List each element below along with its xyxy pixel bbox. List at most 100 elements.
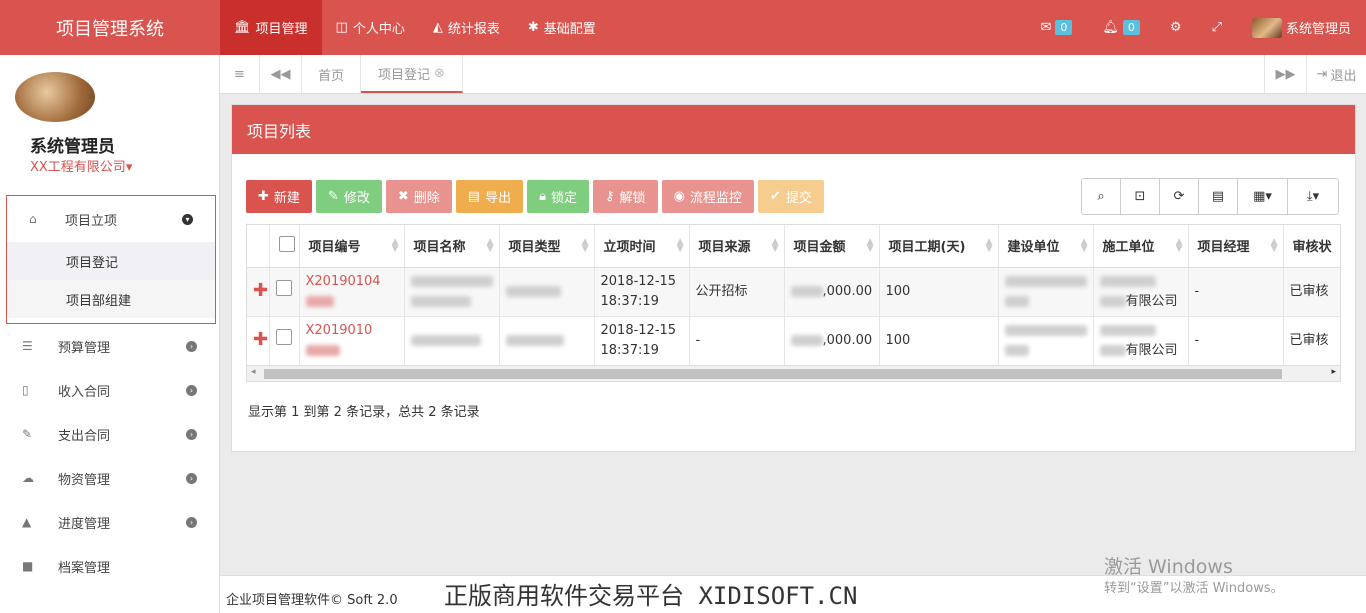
sidebar-item-materials[interactable]: ☁ 物资管理 › [0,456,219,500]
user-profile: 系统管理员 XX工程有限公司▾ [0,55,219,195]
bell-icon: 🔔︎ [1102,20,1119,35]
column-header[interactable]: 项目工期(天) ▲ ▼ [879,225,999,268]
close-icon[interactable]: ⊗ [434,66,445,81]
expand-icon: ⤢ [1211,20,1222,35]
project-code-cell[interactable]: X2019010 [299,316,405,366]
refresh-button[interactable]: ⟳ [1160,179,1199,214]
table-row[interactable]: ✚ X2019010 2018-12-15 18:37:19 - ,000.00 … [247,316,1340,366]
column-header[interactable]: 项目经理 ▲ ▼ [1188,225,1284,268]
table-header-row: 项目编号 ▲ ▼ 项目名称 ▲ ▼ 项目类型 ▲ ▼ 立项时间 ▲ ▼ 项目来源 ▲ ▼ 项目金额 ▲… [247,225,1340,268]
column-header[interactable]: 项目类型 ▲ ▼ [499,225,595,268]
menu-group-project-setup: ⌂ 项目立项 ▾ 项目登记 项目部组建 [6,195,216,324]
road-icon: ▲ [22,515,32,529]
column-header[interactable]: 施工单位 ▲ ▼ [1093,225,1189,268]
sidebar-item-expense-contract[interactable]: ✎ 支出合同 › [0,412,219,456]
lock-button[interactable]: 🔒︎ 锁定 [527,180,590,213]
top-navbar: 项目管理系统 🏛 项目管理 ◫ 个人中心 ◭ 统计报表 ✱ 基础配置 ✉ 0 🔔︎ 0 ⚙ … [0,0,1366,55]
project-name-cell [404,316,500,366]
redacted-text [505,334,564,346]
sidebar-item-income-contract[interactable]: ▯ 收入合同 › [0,368,219,412]
detail-column-header [247,225,270,268]
scroll-right-icon[interactable]: ▸ [1331,367,1336,377]
fullscreen-button[interactable]: ⤢ [1197,0,1237,55]
redacted-text [1004,324,1087,336]
project-type-cell [499,316,595,366]
gears-icon: ⚙ [1169,20,1182,35]
sidebar-subitem-project-register[interactable]: 项目登记 [7,242,215,280]
redacted-text [1004,295,1029,307]
tab-home[interactable]: 首页 [302,55,361,93]
select-all-checkbox[interactable] [278,235,295,252]
sidebar-subitem-project-team[interactable]: 项目部组建 [7,280,215,318]
user-menu[interactable]: 系统管理员 [1237,0,1366,55]
row-checkbox[interactable] [275,280,292,296]
topnav-statistics[interactable]: ◭ 统计报表 [419,0,514,55]
horizontal-scrollbar[interactable]: ◂ ▸ [247,365,1340,381]
new-button[interactable]: ✚ 新建 [246,180,312,213]
delete-button[interactable]: ✖ 删除 [385,180,452,213]
mail-button[interactable]: ✉ 0 [1026,0,1088,55]
redacted-text [790,334,823,346]
toggle-view-button[interactable]: ⊡ [1121,179,1160,214]
topnav-project-management[interactable]: 🏛 项目管理 [220,0,322,55]
forward-icon: ▶▶ [1275,66,1296,82]
card-view-button[interactable]: ▤ [1199,179,1238,214]
export-dropdown[interactable]: ⤓▾ [1288,179,1338,214]
download-icon: ⤓▾ [1306,189,1320,204]
logout-button[interactable]: ⇥ 退出 [1307,55,1366,93]
project-code-cell[interactable]: X20190104 [299,267,405,317]
chevron-right-icon: › [186,516,197,528]
table-tools: ⌕ ⊡ ⟳ ▤ ▦▾ ⤓▾ [1081,178,1339,215]
period-cell: 100 [879,316,999,366]
company-dropdown[interactable]: XX工程有限公司▾ [30,156,132,175]
edit-button[interactable]: ✎ 修改 [315,180,382,213]
search-button[interactable]: ⌕ [1082,179,1121,214]
column-header[interactable]: 立项时间 ▲ ▼ [594,225,690,268]
tabs-bar: ≡ ◀◀ 首页 项目登记 ⊗ ▶▶ ⇥ 退出 [220,55,1366,94]
scroll-left-icon[interactable]: ◂ [251,367,256,377]
expand-detail-cell[interactable]: ✚ [247,267,270,317]
columns-dropdown[interactable]: ▦▾ [1238,179,1288,214]
sidebar-item-progress[interactable]: ▲ 进度管理 › [0,500,219,544]
folder-icon: ■ [22,559,34,573]
scrollbar-thumb[interactable] [264,369,1282,379]
row-checkbox[interactable] [275,329,292,345]
status-cell: 已审核 [1283,267,1340,317]
sidebar-item-project-setup[interactable]: ⌂ 项目立项 ▾ [7,196,215,242]
status-cell: 已审核 [1283,316,1340,366]
sort-icon: ▲ ▼ [771,237,779,254]
refresh-icon: ⟳ [1173,189,1185,204]
expand-detail-cell[interactable]: ✚ [247,316,270,366]
submit-button[interactable]: ✔ 提交 [757,180,824,213]
sidebar-item-archives[interactable]: ■ 档案管理 [0,544,219,588]
project-list-panel: 项目列表 ✚ 新建 ✎ 修改 ✖ 删除 ▤ 导出 🔒︎ 锁定 ⚷ 解锁 ◉ 流程监控 ✔ 提交 … [231,104,1356,452]
topnav-basic-config[interactable]: ✱ 基础配置 [514,0,610,55]
tab-scroll-right-button[interactable]: ▶▶ [1264,55,1307,93]
column-header[interactable]: 审核状 [1283,225,1340,268]
settings-button[interactable]: ⚙ [1155,0,1197,55]
process-monitor-button[interactable]: ◉ 流程监控 [661,180,754,213]
sort-icon: ▲ ▼ [1080,237,1088,254]
plus-icon: ✚ [253,279,269,301]
times-icon: ✖ [397,189,409,204]
notification-button[interactable]: 🔔︎ 0 [1087,0,1155,55]
column-header[interactable]: 项目来源 ▲ ▼ [689,225,785,268]
unlock-button[interactable]: ⚷ 解锁 [593,180,658,213]
check-icon: ✔ [769,189,781,204]
app-brand[interactable]: 项目管理系统 [0,0,220,55]
column-header[interactable]: 项目编号 ▲ ▼ [299,225,405,268]
topnav-personal-center[interactable]: ◫ 个人中心 [322,0,419,55]
gear-icon: ✱ [527,20,539,35]
list-icon: ☰ [22,339,33,353]
column-header[interactable]: 项目金额 ▲ ▼ [784,225,880,268]
file-excel-icon: ▤ [467,189,481,204]
sidebar-item-budget[interactable]: ☰ 预算管理 › [0,324,219,368]
tab-scroll-left-button[interactable]: ◀◀ [260,55,302,93]
menu-toggle-button[interactable]: ≡ [220,55,260,93]
tab-project-register[interactable]: 项目登记 ⊗ [361,55,463,93]
export-button[interactable]: ▤ 导出 [455,180,524,213]
bars-icon: ≡ [234,66,245,82]
column-header[interactable]: 项目名称 ▲ ▼ [404,225,500,268]
column-header[interactable]: 建设单位 ▲ ▼ [998,225,1094,268]
table-row[interactable]: ✚ X20190104 2018-12-15 18:37:19 公开招标 ,000… [247,267,1340,317]
